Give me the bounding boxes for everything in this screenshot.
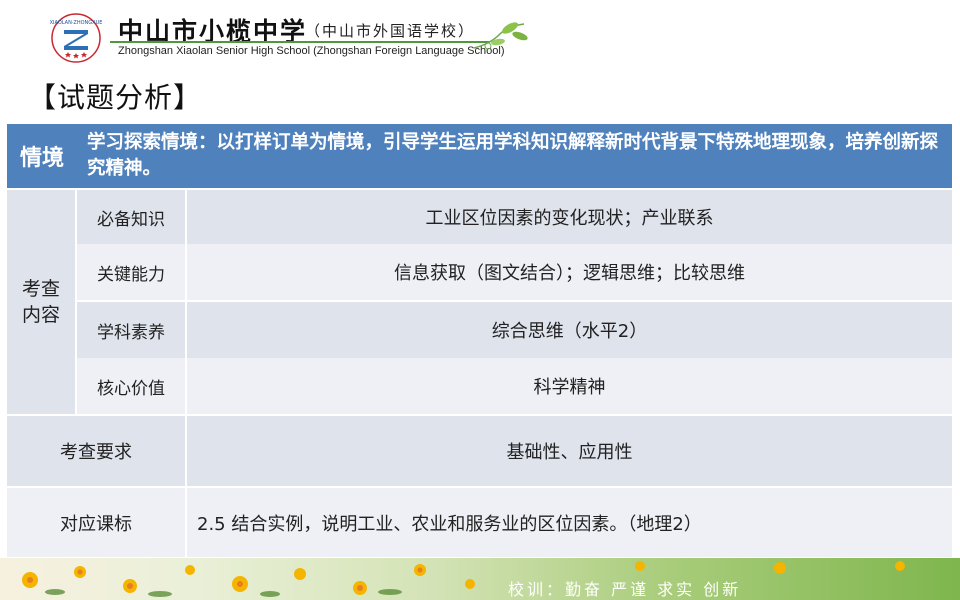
content-row-value-cell: 工业区位因素的变化现状；产业联系 (187, 190, 952, 244)
school-motto: 校训：勤奋 严谨 求实 创新 (508, 580, 742, 599)
standard-value: 2.5 结合实例，说明工业、农业和服务业的区位因素。（地理2） (197, 513, 702, 535)
content-row-value-cell: 信息获取（图文结合）；逻辑思维；比较思维 (187, 244, 952, 300)
header: XIAOLAN·ZHONGXUE 中山市小榄中学 （中山市外国语学校） Zhon… (0, 0, 960, 70)
requirement-value-cell: 基础性、应用性 (187, 416, 952, 486)
standard-label: 对应课标 (60, 513, 132, 535)
context-text: 学习探索情境：以打样订单为情境，引导学生运用学科知识解释新时代背景下特殊地理现象… (87, 132, 939, 179)
requirement-value: 基础性、应用性 (506, 442, 633, 463)
content-row-value-cell: 综合思维（水平2） (187, 302, 952, 358)
flower-decoration-icon (22, 561, 905, 597)
content-row-label: 学科素养 (97, 322, 165, 343)
standard-value-cell: 2.5 结合实例，说明工业、农业和服务业的区位因素。（地理2） (187, 488, 952, 557)
context-label: 情境 (19, 146, 64, 171)
header-underline (110, 41, 490, 43)
content-row-label: 核心价值 (97, 378, 165, 399)
requirement-label: 考查要求 (60, 442, 132, 463)
standard-label-cell: 对应课标 (7, 488, 185, 557)
leaf-decoration-icon (473, 22, 528, 50)
content-row-value: 综合思维（水平2） (491, 321, 648, 342)
footer-banner: 校训：勤奋 严谨 求实 创新 (0, 558, 960, 600)
content-row-value: 工业区位因素的变化现状；产业联系 (425, 208, 714, 229)
content-row-label: 关键能力 (97, 264, 165, 285)
content-row-label-cell: 关键能力 (77, 244, 185, 300)
school-name-en: Zhongshan Xiaolan Senior High School (Zh… (118, 45, 505, 57)
content-group-cell: 考查内容 (7, 190, 75, 414)
school-name-cn-sub: （中山市外国语学校） (305, 22, 476, 40)
analysis-table: 情境 学习探索情境：以打样订单为情境，引导学生运用学科知识解释新时代背景下特殊地… (7, 124, 952, 557)
requirement-label-cell: 考查要求 (7, 416, 185, 486)
content-row-value: 科学精神 (533, 377, 606, 398)
content-row-label-cell: 必备知识 (77, 190, 185, 244)
content-row-label-cell: 核心价值 (77, 358, 185, 414)
content-row-value-cell: 科学精神 (187, 358, 952, 414)
content-row-label-cell: 学科素养 (77, 302, 185, 358)
section-title: 【试题分析】 (28, 81, 203, 114)
school-logo-icon: XIAOLAN·ZHONGXUE (50, 13, 102, 63)
context-text-cell: 学习探索情境：以打样订单为情境，引导学生运用学科知识解释新时代背景下特殊地理现象… (77, 124, 952, 188)
content-row-value: 信息获取（图文结合）；逻辑思维；比较思维 (394, 263, 745, 284)
context-label-cell: 情境 (7, 124, 77, 188)
svg-text:XIAOLAN·ZHONGXUE: XIAOLAN·ZHONGXUE (50, 20, 102, 26)
content-group-label: 考查内容 (21, 278, 60, 326)
content-row-label: 必备知识 (97, 209, 165, 230)
